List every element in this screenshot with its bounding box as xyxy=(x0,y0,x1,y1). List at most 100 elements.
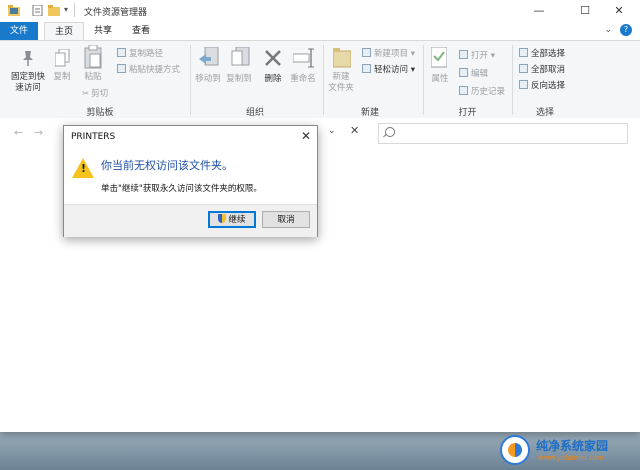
help-icon[interactable]: ? xyxy=(620,24,632,36)
move-to-icon xyxy=(199,47,219,66)
pin-label-line2: 速访问 xyxy=(15,83,41,93)
select-none-icon xyxy=(519,64,528,73)
move-to-button[interactable]: 移动到 xyxy=(193,74,223,85)
title-bar: ▾ 文件资源管理器 — ☐ ✕ xyxy=(0,0,640,22)
new-folder-quick-icon[interactable] xyxy=(48,5,60,16)
stop-icon[interactable]: ✕ xyxy=(350,124,359,137)
folder-icon xyxy=(8,5,20,16)
paste-button[interactable]: 粘贴 xyxy=(80,72,106,83)
select-all-icon xyxy=(519,48,528,57)
delete-icon xyxy=(265,50,281,66)
rename-button[interactable]: 重命名 xyxy=(288,74,318,85)
new-item-label: 新建项目 xyxy=(374,49,409,59)
watermark-logo: 纯净系统家园 www.yidaimei.com xyxy=(498,434,638,468)
search-icon xyxy=(385,127,395,137)
access-denied-dialog: PRINTERS ✕ ! 你当前无权访问该文件夹。 单击"继续"获取永久访问该文… xyxy=(63,125,318,237)
edit-button[interactable]: 编辑 xyxy=(459,67,488,79)
paste-shortcut-button[interactable]: 粘贴快捷方式 xyxy=(117,63,180,75)
forward-arrow-icon[interactable]: → xyxy=(34,126,43,139)
easy-access-button[interactable]: 轻松访问 ▾ xyxy=(362,63,415,75)
invert-selection-icon xyxy=(519,80,528,89)
dialog-title: PRINTERS xyxy=(71,132,116,142)
copy-to-icon xyxy=(231,47,250,66)
select-all-label: 全部选择 xyxy=(531,49,566,59)
ribbon-separator xyxy=(190,45,191,115)
ribbon: 固定到快 速访问 复制 粘贴 复制路径 粘贴快捷方式 ✂剪切 剪贴板 移动到 xyxy=(0,40,640,120)
properties-button[interactable]: 属性 xyxy=(428,74,452,85)
uac-shield-icon xyxy=(218,214,227,223)
select-none-label: 全部取消 xyxy=(531,65,566,75)
pin-label-line1: 固定到快 xyxy=(10,72,45,82)
back-arrow-icon[interactable]: ← xyxy=(14,126,23,139)
select-all-button[interactable]: 全部选择 xyxy=(519,47,565,59)
cut-label: 剪切 xyxy=(91,89,109,99)
new-folder-label-line2: 文件夹 xyxy=(328,83,354,93)
new-item-button[interactable]: 新建项目 ▾ xyxy=(362,47,415,59)
open-icon xyxy=(459,50,468,59)
new-group-label: 新建 xyxy=(360,108,379,118)
qat-dropdown-icon[interactable]: ▾ xyxy=(64,5,68,14)
dialog-message: 单击"继续"获取永久访问该文件夹的权限。 xyxy=(101,184,262,194)
open-label: 打开 xyxy=(471,51,489,61)
invert-selection-button[interactable]: 反向选择 xyxy=(519,79,565,91)
select-group-label: 选择 xyxy=(535,108,554,118)
scissors-icon: ✂ xyxy=(82,89,90,99)
ribbon-tabs: 文件 主页 共享 查看 ⌄ ? xyxy=(0,22,640,40)
watermark-url: www.yidaimei.com xyxy=(538,454,604,462)
open-group-label: 打开 xyxy=(458,108,477,118)
properties-icon xyxy=(431,47,447,68)
cancel-button[interactable]: 取消 xyxy=(262,211,310,228)
dialog-heading: 你当前无权访问该文件夹。 xyxy=(101,159,233,172)
tab-file[interactable]: 文件 xyxy=(0,22,38,40)
new-item-icon xyxy=(362,48,371,57)
tab-view[interactable]: 查看 xyxy=(124,22,158,40)
new-folder-button[interactable]: 新建 文件夹 xyxy=(326,72,356,94)
warning-mark: ! xyxy=(81,162,87,175)
tab-home[interactable]: 主页 xyxy=(44,22,84,40)
ribbon-separator xyxy=(423,45,424,115)
expand-ribbon-icon[interactable]: ⌄ xyxy=(604,25,612,35)
continue-button[interactable]: 继续 xyxy=(208,211,256,228)
ribbon-separator xyxy=(512,45,513,115)
invert-selection-label: 反向选择 xyxy=(531,81,566,91)
close-window-button[interactable]: ✕ xyxy=(598,0,640,22)
continue-label: 继续 xyxy=(228,215,246,225)
properties-quick-icon[interactable] xyxy=(32,5,44,16)
watermark-text: 纯净系统家园 xyxy=(536,439,609,453)
title-separator xyxy=(74,3,75,17)
tab-share[interactable]: 共享 xyxy=(86,22,120,40)
copy-path-label: 复制路径 xyxy=(129,49,164,59)
search-input[interactable] xyxy=(378,123,628,144)
dialog-close-button[interactable]: ✕ xyxy=(301,129,311,143)
history-icon xyxy=(459,86,468,95)
copy-icon xyxy=(55,49,70,67)
history-button[interactable]: 历史记录 xyxy=(459,85,505,97)
open-button[interactable]: 打开 ▾ xyxy=(459,49,495,61)
select-none-button[interactable]: 全部取消 xyxy=(519,63,565,75)
delete-button[interactable]: 删除 xyxy=(262,74,284,85)
dialog-footer: 继续 取消 xyxy=(64,204,317,237)
pin-icon xyxy=(23,51,33,66)
new-folder-icon xyxy=(333,48,351,68)
paste-shortcut-icon xyxy=(117,64,126,73)
edit-label: 编辑 xyxy=(471,69,489,79)
rename-icon xyxy=(293,48,314,68)
copy-path-button[interactable]: 复制路径 xyxy=(117,47,163,59)
ribbon-separator xyxy=(323,45,324,115)
watermark-emblem-icon xyxy=(500,435,530,465)
cut-button[interactable]: ✂ 剪切 xyxy=(82,87,108,99)
new-folder-label-line1: 新建 xyxy=(332,72,350,82)
minimize-button[interactable]: — xyxy=(518,0,560,22)
address-dropdown-icon[interactable]: ⌄ xyxy=(328,126,336,136)
organize-group-label: 组织 xyxy=(245,108,264,118)
easy-access-label: 轻松访问 xyxy=(374,65,409,75)
paste-icon xyxy=(84,45,102,69)
copy-button[interactable]: 复制 xyxy=(50,72,74,83)
pin-to-quick-access-button[interactable]: 固定到快 速访问 xyxy=(8,72,48,94)
paste-shortcut-label: 粘贴快捷方式 xyxy=(129,65,181,75)
copy-path-icon xyxy=(117,48,126,57)
window-title: 文件资源管理器 xyxy=(84,8,148,18)
copy-to-button[interactable]: 复制到 xyxy=(224,74,254,85)
edit-icon xyxy=(459,68,468,77)
history-label: 历史记录 xyxy=(471,87,506,97)
